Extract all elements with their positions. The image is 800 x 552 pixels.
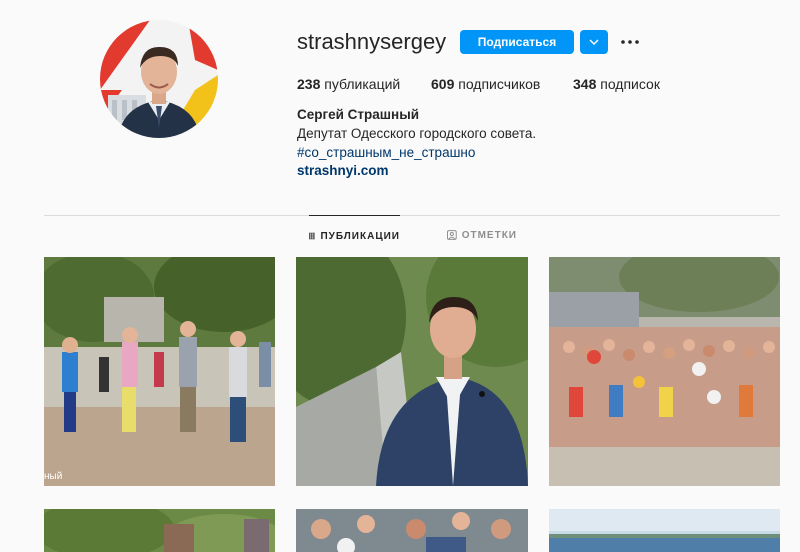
following-count: 348 (573, 76, 597, 92)
following-stat[interactable]: 348 подписок (573, 76, 660, 92)
followers-label: подписчиков (458, 76, 541, 92)
post-thumbnail[interactable] (44, 509, 275, 552)
posts-stat: 238 публикаций (297, 76, 400, 92)
more-icon (621, 40, 639, 44)
avatar-image (100, 20, 218, 138)
post-image (296, 257, 528, 486)
website-link[interactable]: strashnyi.com (297, 163, 389, 178)
bio-hashtag-link[interactable]: #со_страшным_не_страшно (297, 145, 475, 160)
post-image (549, 257, 780, 486)
full-name: Сергей Страшный (297, 107, 420, 122)
post-thumbnail[interactable]: ный (44, 257, 275, 486)
posts-label: публикаций (324, 76, 401, 92)
follow-button[interactable]: Подписаться (460, 30, 574, 54)
post-thumbnail[interactable] (549, 257, 780, 486)
post-thumbnail[interactable] (549, 509, 780, 552)
post-thumbnail[interactable] (296, 509, 528, 552)
more-options-button[interactable] (619, 31, 641, 53)
grid-icon (309, 232, 316, 240)
following-label: подписок (600, 76, 660, 92)
post-image (549, 509, 780, 552)
tagged-icon (447, 230, 457, 240)
tab-posts[interactable]: ПУБЛИКАЦИИ (309, 215, 400, 256)
post-caption-overlay: ный (44, 471, 63, 482)
post-image (296, 509, 528, 552)
username: strashnysergey (297, 29, 447, 54)
post-image (44, 257, 275, 486)
suggestions-dropdown-button[interactable] (580, 30, 608, 54)
followers-stat[interactable]: 609 подписчиков (431, 76, 540, 92)
post-thumbnail[interactable] (296, 257, 528, 486)
chevron-down-icon (589, 38, 599, 45)
tab-posts-label: ПУБЛИКАЦИИ (320, 230, 400, 242)
tabs-divider (44, 215, 780, 216)
tab-tagged[interactable]: ОТМЕТКИ (447, 215, 517, 255)
followers-count: 609 (431, 76, 455, 92)
tab-tagged-label: ОТМЕТКИ (461, 229, 517, 241)
post-image (44, 509, 275, 552)
bio-text: Депутат Одесского городского совета. (297, 126, 537, 141)
posts-count: 238 (297, 76, 321, 92)
avatar[interactable] (100, 20, 218, 138)
